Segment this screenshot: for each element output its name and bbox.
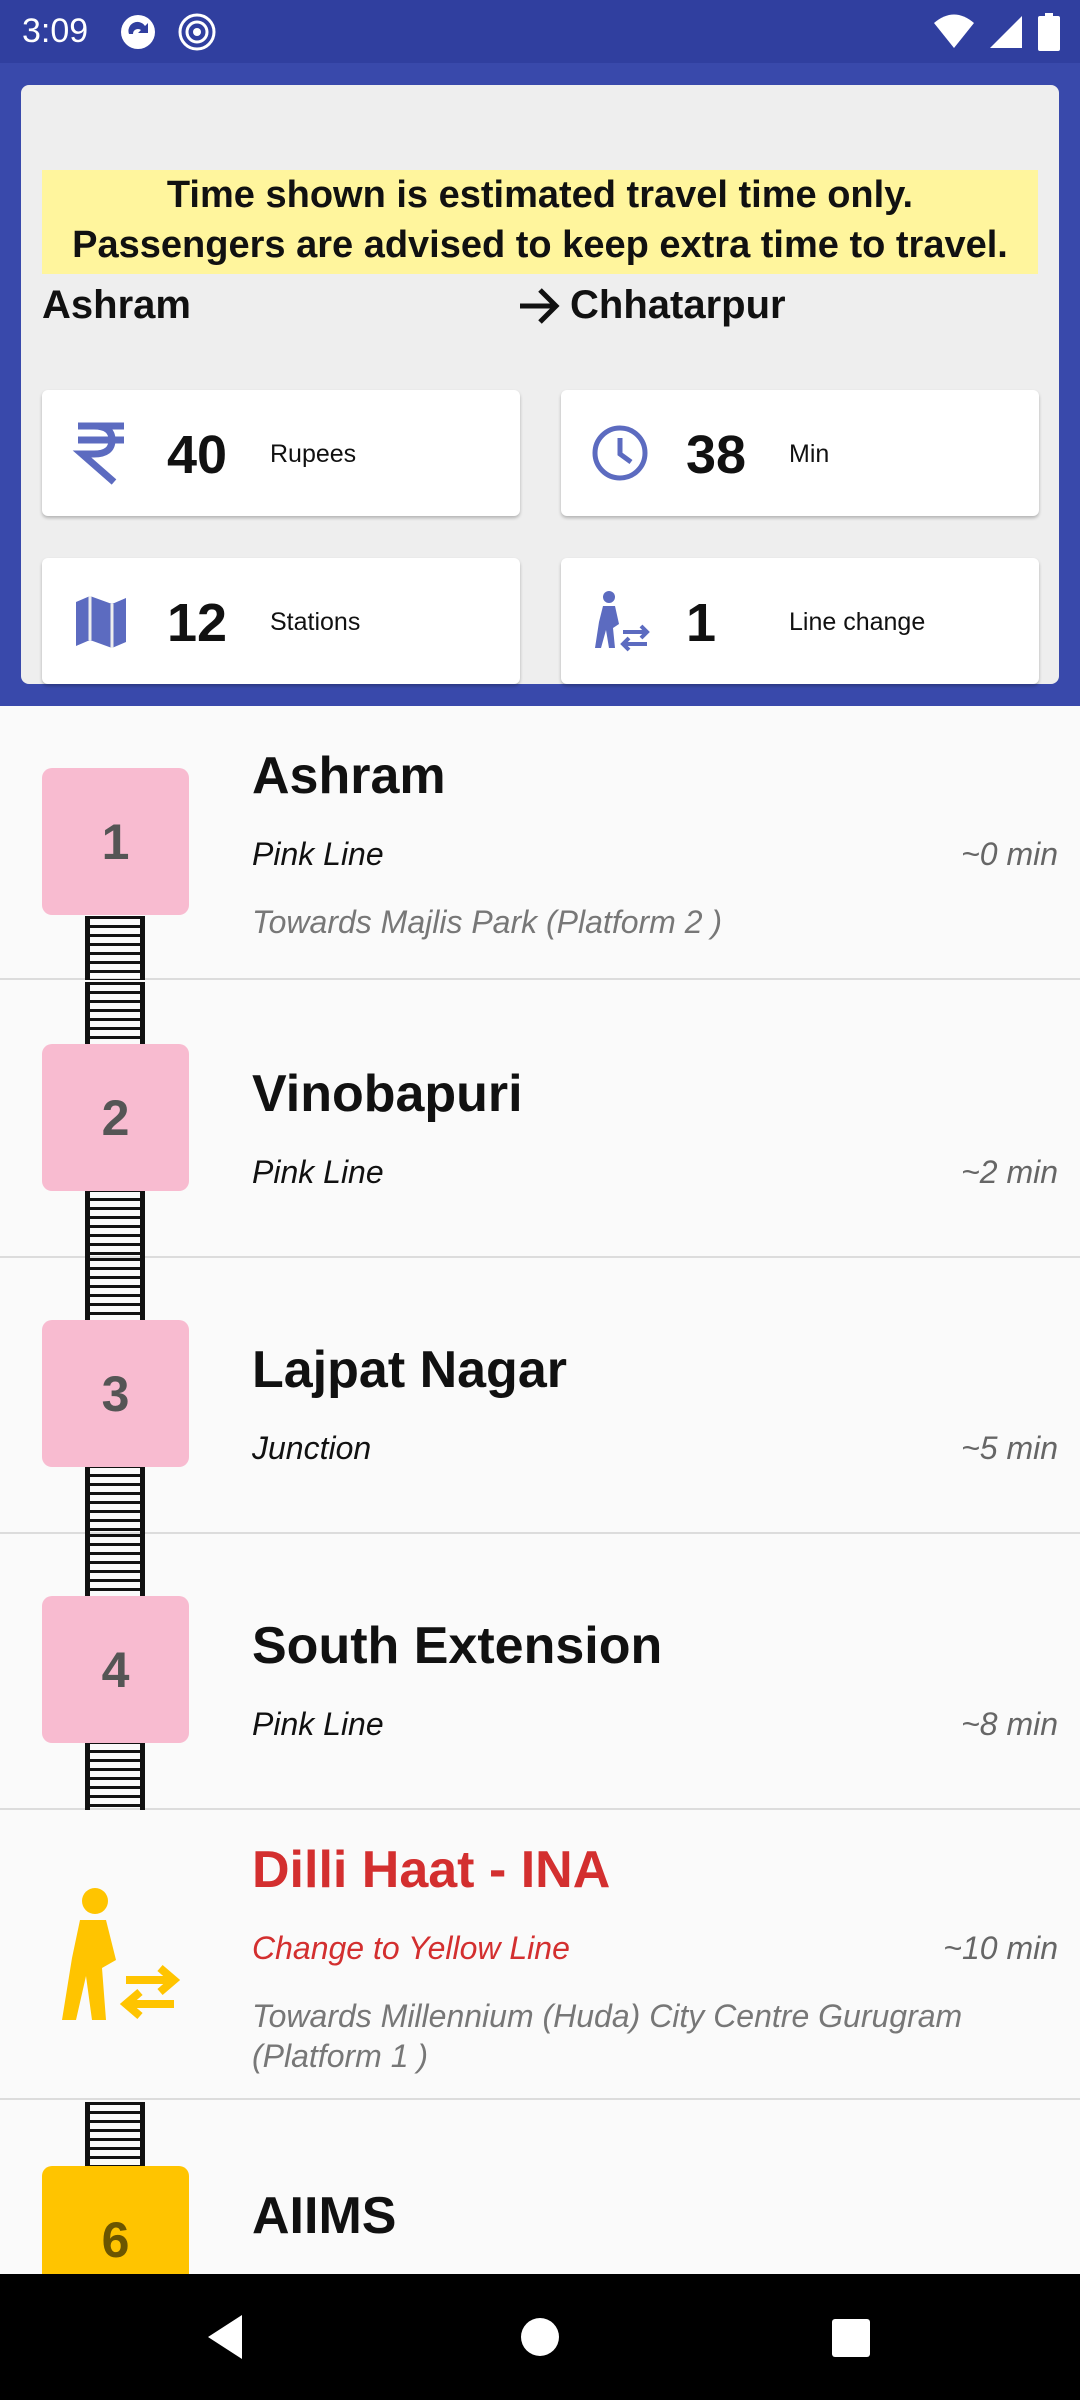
status-time: 3:09 (22, 12, 89, 50)
station-name: AIIMS (252, 2187, 397, 2245)
notice-line-2: Passengers are advised to keep extra tim… (72, 224, 1008, 266)
station-number-badge: 4 (42, 1596, 189, 1743)
hotspot-icon (178, 13, 216, 51)
station-line: Pink Line (252, 1154, 384, 1190)
stations-value: 12 (167, 593, 228, 653)
sync-icon (121, 15, 155, 49)
fare-label: Rupees (270, 440, 357, 468)
fare-value: 40 (167, 425, 228, 485)
station-name: South Extension (252, 1617, 663, 1675)
route-to: Chhatarpur (570, 283, 786, 327)
fare-tile: 40 Rupees (42, 390, 520, 516)
system-nav-bar (0, 2274, 1080, 2400)
line-change-value: 1 (686, 593, 717, 653)
interchange-icon (62, 1888, 180, 2020)
track-segment (85, 916, 145, 980)
clock-icon (592, 425, 648, 481)
station-number-badge: 2 (42, 1044, 189, 1191)
station-name: Ashram (252, 747, 446, 805)
line-change-tile: 1 Line change (561, 558, 1039, 684)
station-name: Lajpat Nagar (252, 1341, 567, 1399)
station-row-dilli-haat-ina[interactable]: Dilli Haat - INA Change to Yellow Line ~… (0, 1810, 1080, 2100)
battery-icon (1038, 13, 1060, 51)
station-time: ~0 min (961, 836, 1058, 872)
time-label: Min (789, 440, 830, 468)
route-from: Ashram (42, 283, 191, 327)
station-row-ashram[interactable]: 1 Ashram Pink Line ~0 min Towards Majlis… (0, 706, 1080, 980)
stations-label: Stations (270, 608, 361, 636)
arrow-right-icon (520, 287, 560, 324)
route-summary-header: Time shown is estimated travel time only… (0, 63, 1080, 706)
station-number-badge: 1 (42, 768, 189, 915)
station-number-badge: 3 (42, 1320, 189, 1467)
wifi-icon (934, 14, 974, 48)
recents-icon[interactable] (820, 2307, 880, 2367)
back-icon[interactable] (194, 2307, 254, 2367)
time-value: 38 (686, 425, 747, 485)
station-number-badge: 6 (42, 2166, 189, 2274)
home-icon[interactable] (510, 2307, 570, 2367)
route-to-group: Chhatarpur (516, 283, 786, 328)
map-icon (76, 596, 126, 648)
travel-time-notice: Time shown is estimated travel time only… (42, 170, 1038, 274)
status-bar: 3:09 (0, 0, 1080, 63)
station-row-vinobapuri[interactable]: 2 Vinobapuri Pink Line ~2 min (0, 982, 1080, 1258)
stations-tile: 12 Stations (42, 558, 520, 684)
station-row-south-extension[interactable]: 4 South Extension Pink Line ~8 min (0, 1534, 1080, 1810)
station-name: Vinobapuri (252, 1065, 523, 1123)
station-line: Change to Yellow Line (252, 1930, 570, 1966)
station-name: Dilli Haat - INA (252, 1841, 611, 1899)
station-time: ~2 min (961, 1154, 1058, 1190)
line-change-label: Line change (789, 608, 926, 636)
station-line: Pink Line (252, 1706, 384, 1742)
station-line: Pink Line (252, 836, 384, 872)
rupee-icon (72, 422, 124, 485)
route-summary-card: Time shown is estimated travel time only… (21, 85, 1059, 684)
station-row-lajpat-nagar[interactable]: 3 Lajpat Nagar Junction ~5 min (0, 1258, 1080, 1534)
time-tile: 38 Min (561, 390, 1039, 516)
station-time: ~10 min (943, 1930, 1058, 1966)
notice-line-1: Time shown is estimated travel time only… (166, 174, 914, 216)
station-row-aiims[interactable]: 6 AIIMS (0, 2102, 1080, 2274)
station-direction: Towards Millennium (Huda) City Centre Gu… (252, 1998, 963, 2074)
track-segment (85, 2102, 145, 2166)
line-change-icon (595, 591, 650, 652)
station-time: ~5 min (961, 1430, 1058, 1466)
station-line: Junction (252, 1430, 372, 1466)
station-list[interactable]: 1 Ashram Pink Line ~0 min Towards Majlis… (0, 706, 1080, 2274)
station-time: ~8 min (961, 1706, 1058, 1742)
signal-icon (990, 16, 1022, 48)
station-direction: Towards Majlis Park (Platform 2 ) (252, 904, 723, 940)
